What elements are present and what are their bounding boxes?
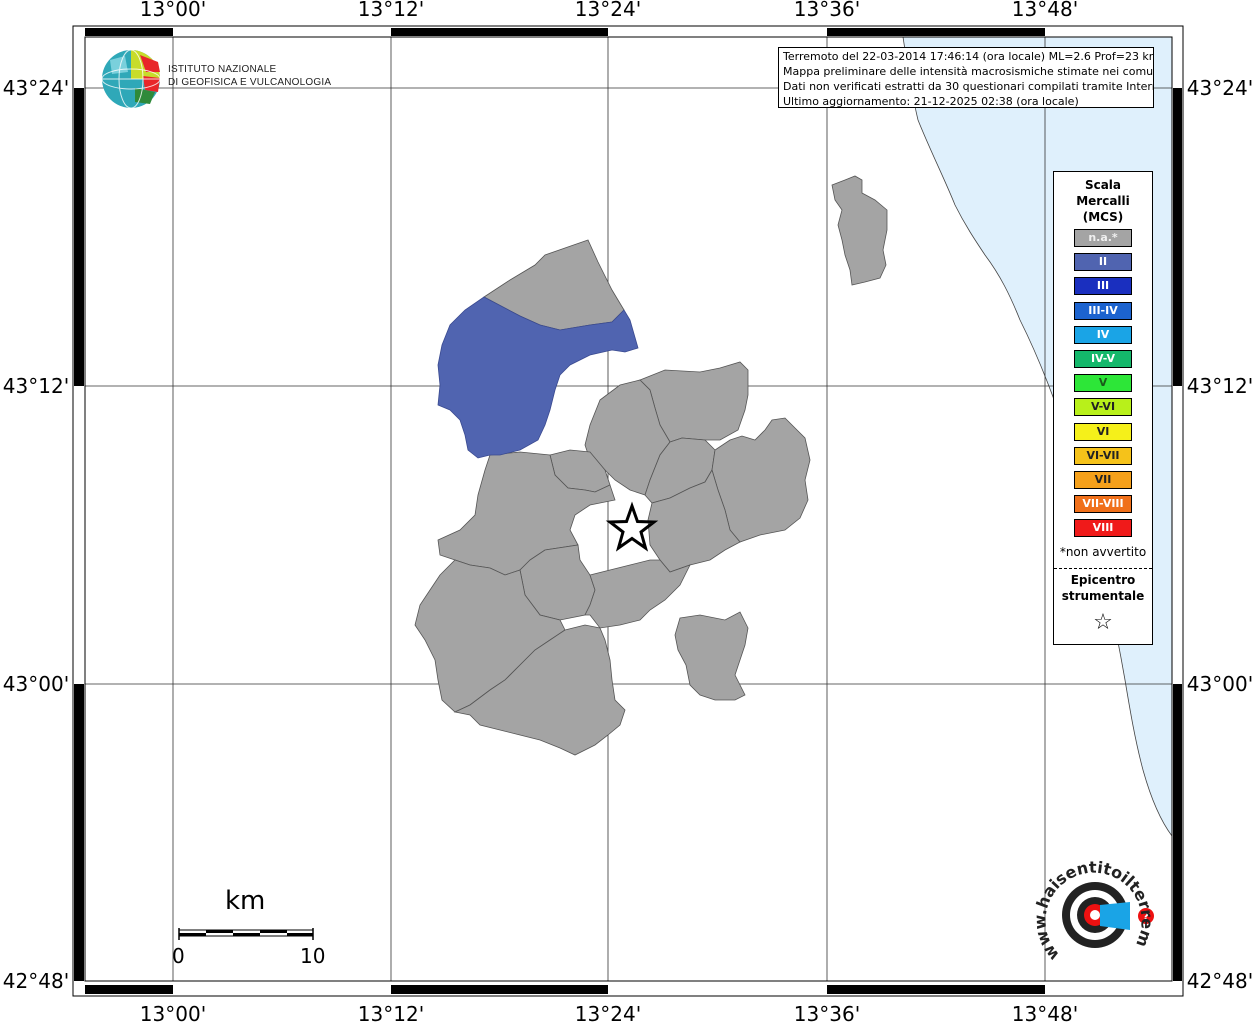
legend-title-line: (MCS) (1082, 210, 1124, 224)
legend-star-icon: ☆ (1093, 610, 1113, 635)
legend-item: IV-V (1074, 350, 1132, 368)
lon-label-bottom: 13°12' (358, 1002, 424, 1024)
legend-item: VII (1074, 471, 1132, 489)
legend-separator (1054, 568, 1152, 569)
ingv-logo-text: ISTITUTO NAZIONALE DI GEOFISICA E VULCAN… (168, 63, 331, 89)
legend-item: II (1074, 253, 1132, 272)
lon-label-bottom: 13°24' (575, 1002, 641, 1024)
legend-item: VI (1074, 422, 1132, 441)
legend-item: III (1074, 277, 1132, 296)
legend-item: III-IV (1074, 301, 1132, 320)
legend-note: *non avvertito (1059, 545, 1147, 559)
ingv-logo-line1: ISTITUTO NAZIONALE (168, 64, 277, 75)
event-info-box: Terremoto del 22-03-2014 17:46:14 (ora l… (778, 47, 1154, 108)
ingv-logo-icon (101, 49, 161, 109)
legend-item: V (1074, 374, 1132, 393)
lon-label-top: 13°36' (794, 0, 860, 21)
legend-title: Scala Mercalli (MCS) (1054, 177, 1152, 225)
event-info-line: Ultimo aggiornamento: 21-12-2025 02:38 (… (783, 95, 1079, 108)
lat-label-right: 42°48' (1187, 969, 1253, 993)
epicenter-star (605, 501, 659, 552)
lat-label-left: 43°12' (3, 374, 69, 398)
event-info-line: Terremoto del 22-03-2014 17:46:14 (ora l… (783, 50, 1154, 63)
legend-item: V-VI (1074, 398, 1132, 417)
municipalities-not-available (414, 175, 888, 756)
lat-label-right: 43°12' (1187, 374, 1253, 398)
municipality (584, 559, 691, 629)
lon-label-top: 13°00' (140, 0, 206, 21)
lat-label-left: 43°24' (3, 76, 69, 100)
lon-label-top: 13°48' (1012, 0, 1078, 21)
lon-label-top: 13°24' (575, 0, 641, 21)
lat-label-right: 43°00' (1187, 672, 1253, 696)
lon-label-bottom: 13°00' (140, 1002, 206, 1024)
scale-max: 10 (300, 944, 326, 968)
legend: Scala Mercalli (MCS) n.a.* II III III-IV IV I… (1053, 171, 1153, 645)
legend-item: VII-VIII (1074, 495, 1132, 514)
legend-epicenter-line: Epicentro (1070, 573, 1136, 587)
legend-title-line: Scala (1084, 178, 1122, 192)
legend-title-line: Mercalli (1076, 194, 1130, 208)
lon-label-bottom: 13°48' (1012, 1002, 1078, 1024)
lon-label-bottom: 13°36' (794, 1002, 860, 1024)
legend-item: VIII (1074, 519, 1132, 538)
scale-unit: km (225, 886, 266, 916)
legend-item: VI-VII (1074, 446, 1132, 465)
scale-bar (178, 928, 314, 940)
event-info-line: Dati non verificati estratti da 30 quest… (783, 80, 1154, 93)
municipality (674, 611, 749, 701)
lat-label-left: 42°48' (3, 969, 69, 993)
scale-min: 0 (172, 944, 185, 968)
legend-item: n.a.* (1074, 229, 1132, 247)
legend-epicenter-line: strumentale (1061, 589, 1145, 603)
legend-epicenter: Epicentro strumentale (1054, 572, 1152, 604)
legend-item: IV (1074, 325, 1132, 344)
ingv-logo-line2: DI GEOFISICA E VULCANOLOGIA (168, 77, 332, 88)
lon-label-top: 13°12' (358, 0, 424, 21)
lat-label-right: 43°24' (1187, 76, 1253, 100)
lat-label-left: 43°00' (3, 672, 69, 696)
municipality (831, 175, 888, 286)
event-info-line: Mappa preliminare delle intensità macros… (783, 65, 1154, 78)
